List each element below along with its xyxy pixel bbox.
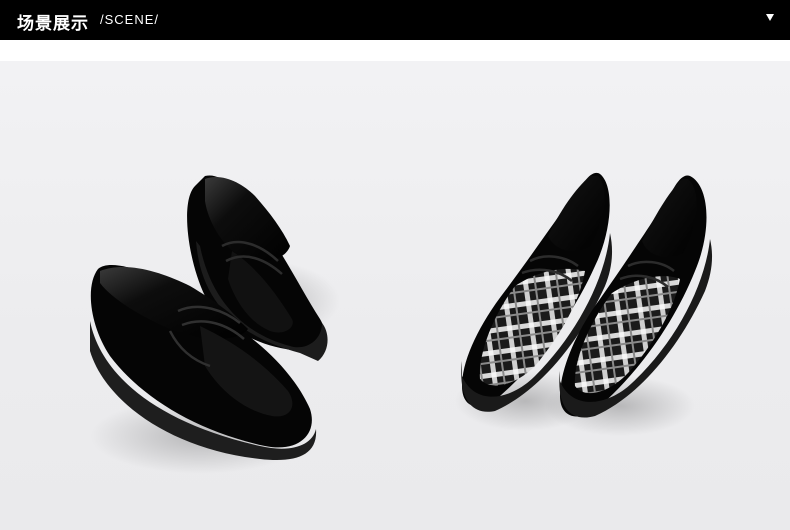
section-header: 场景展示 /SCENE/ <box>0 0 790 40</box>
section-subtitle: /SCENE/ <box>100 12 160 27</box>
section-title: 场景展示 <box>17 14 89 34</box>
shoes-illustration <box>90 172 713 474</box>
scene-photo <box>0 61 790 530</box>
caret-down-icon[interactable] <box>766 14 774 21</box>
